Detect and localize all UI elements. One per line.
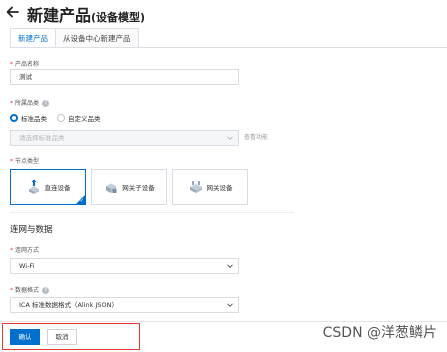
gateway-subdevice-icon (106, 183, 117, 193)
chevron-down-icon (227, 264, 233, 269)
product-name-label-text: 产品名称 (15, 61, 40, 68)
data-format-select[interactable]: ICA 标准数据格式（Alink JSON） (10, 297, 239, 313)
category-label: * 所属品类? (10, 98, 50, 107)
radio-unchecked-icon (57, 114, 65, 122)
direct-device-icon (28, 179, 39, 194)
category-radio-group: 标准品类 自定义品类 (10, 113, 111, 123)
page-title-text: 新建产品 (27, 6, 92, 25)
data-format-label: * 数据格式? (10, 285, 50, 294)
chevron-down-icon (227, 136, 233, 141)
required-mark: * (10, 100, 13, 107)
tab-new-product[interactable]: 新建产品 (10, 28, 56, 48)
network-method-label-text: 连网方式 (15, 247, 40, 254)
node-type-gateway-subdevice[interactable]: 网关子设备 (91, 169, 167, 205)
radio-standard-category[interactable]: 标准品类 (10, 113, 47, 123)
radio-checked-icon (10, 114, 18, 122)
section-divider (10, 212, 294, 213)
node-type-direct-device[interactable]: 直连设备 ✓ (10, 169, 86, 205)
required-mark: * (10, 287, 13, 294)
tab-from-device-center[interactable]: 从设备中心新建产品 (55, 28, 139, 48)
node-type-label: * 节点类型 (10, 156, 39, 165)
section-network-data-title: 连网与数据 (10, 225, 53, 235)
watermark: CSDN @洋葱鳞片 (322, 325, 437, 341)
required-mark: * (10, 61, 13, 68)
required-mark: * (10, 247, 13, 254)
chevron-down-icon (227, 303, 233, 308)
tab-bar: 新建产品 从设备中心新建产品 (10, 28, 139, 48)
radio-custom-label: 自定义品类 (68, 115, 101, 123)
radio-standard-label: 标准品类 (21, 115, 47, 123)
network-method-value: Wi-Fi (19, 262, 35, 270)
direct-device-label: 直连设备 (44, 184, 71, 192)
network-method-select[interactable]: Wi-Fi (10, 258, 239, 274)
annotation-highlight-box (2, 323, 140, 350)
network-method-label: * 连网方式 (10, 245, 39, 254)
product-name-label: * 产品名称 (10, 59, 39, 68)
help-icon[interactable]: ? (42, 287, 50, 294)
node-type-label-text: 节点类型 (15, 158, 40, 165)
data-format-label-text: 数据格式 (15, 287, 40, 294)
category-label-text: 所属品类 (15, 100, 40, 107)
node-type-gateway-device[interactable]: 网关设备 (172, 169, 248, 205)
gateway-subdevice-label: 网关子设备 (122, 184, 155, 192)
page-title: 新建产品(设备模型) (27, 2, 145, 26)
view-functions-link[interactable]: 查看功能 (244, 132, 268, 141)
page-subtitle: (设备模型) (91, 11, 146, 24)
help-icon[interactable]: ? (42, 100, 50, 107)
product-name-value: 测试 (19, 73, 32, 81)
standard-category-select[interactable]: 请选择标准品类 (10, 130, 239, 146)
gateway-device-label: 网关设备 (206, 184, 233, 192)
page-header: 新建产品(设备模型) (0, 0, 447, 28)
gateway-device-icon (189, 181, 202, 193)
tab-divider (10, 47, 447, 48)
data-format-value: ICA 标准数据格式（Alink JSON） (19, 301, 118, 309)
radio-custom-category[interactable]: 自定义品类 (57, 113, 101, 123)
required-mark: * (10, 158, 13, 165)
check-icon: ✓ (79, 198, 84, 204)
standard-category-placeholder: 请选择标准品类 (19, 134, 65, 142)
product-name-input[interactable]: 测试 (10, 69, 239, 85)
arrow-left-icon[interactable] (6, 5, 20, 19)
